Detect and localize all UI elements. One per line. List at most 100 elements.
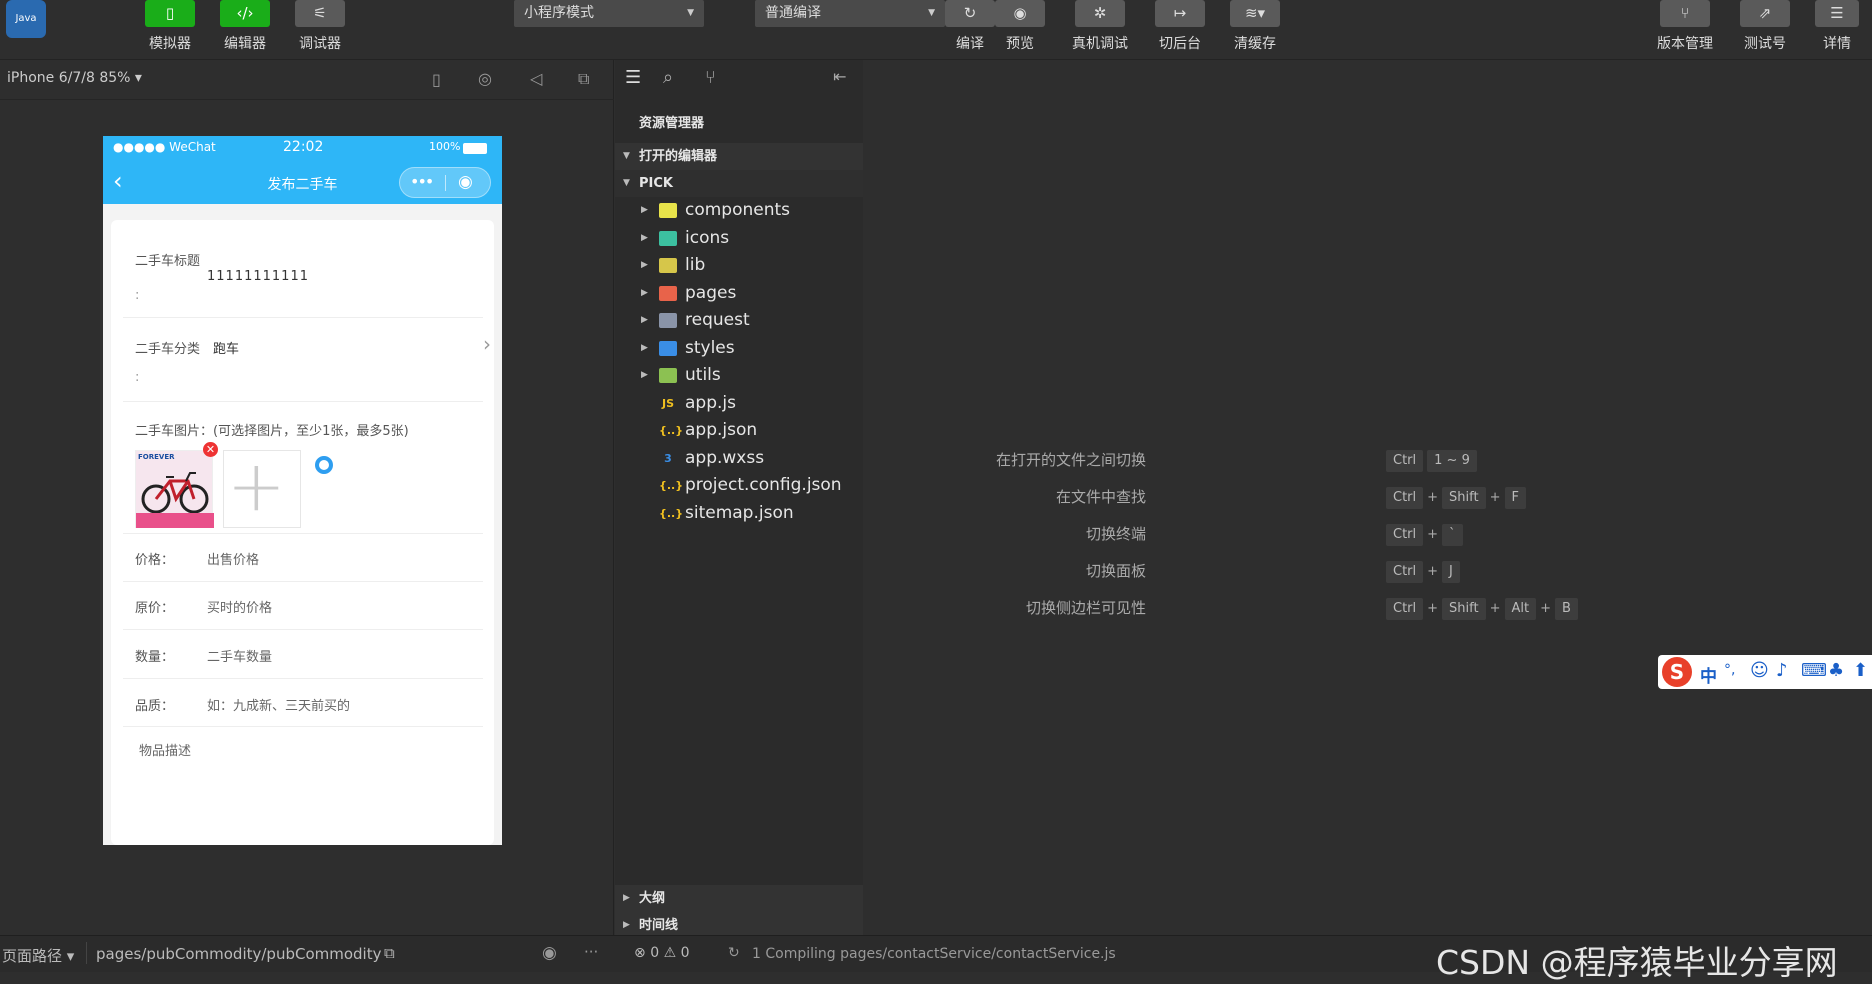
mode-select[interactable]: 小程序模式 ▼ bbox=[514, 0, 704, 27]
page-path-value: pages/pubCommodity/pubCommodity bbox=[96, 945, 382, 963]
keycap: Alt bbox=[1504, 598, 1537, 620]
upload-icon[interactable]: ⬆ bbox=[1853, 660, 1868, 681]
title-colon: : bbox=[135, 288, 140, 303]
shortcut-label: 切换侧边栏可见性 bbox=[1025, 599, 1146, 617]
eye-icon[interactable]: ◉ bbox=[542, 943, 557, 963]
remove-image-icon[interactable]: ✕ bbox=[203, 442, 218, 457]
original-price-field[interactable]: 原价： 买时的价格 bbox=[123, 582, 483, 630]
problems-indicator[interactable]: ⊗ 0 ⚠ 0 bbox=[634, 945, 690, 961]
emoji-icon[interactable]: ☺ bbox=[1750, 660, 1769, 681]
more-icon[interactable]: ··· bbox=[584, 943, 598, 961]
title-label: 二手车标题 bbox=[135, 254, 201, 269]
ime-language[interactable]: 中 bbox=[1700, 662, 1717, 687]
tree-folder[interactable]: ▶ styles bbox=[615, 335, 863, 362]
search-icon[interactable]: ⌕ bbox=[663, 67, 673, 88]
debug-icon: ⚟ bbox=[295, 0, 345, 27]
description-label[interactable]: 物品描述 bbox=[139, 740, 191, 759]
page-path-select[interactable]: 页面路径 ▾ bbox=[2, 945, 74, 966]
external-icon: ⇗ bbox=[1740, 0, 1790, 27]
shortcut-keys: Ctrl + Shift + Alt + B bbox=[1386, 597, 1582, 620]
record-icon[interactable]: ◎ bbox=[478, 69, 492, 88]
shortcut-keys: Ctrl + J bbox=[1386, 560, 1464, 583]
tree-folder[interactable]: ▶ lib bbox=[615, 252, 863, 279]
category-field[interactable]: 二手车分类 跑车 › : bbox=[123, 318, 491, 402]
outline-section[interactable]: ▶ 大纲 bbox=[615, 885, 863, 912]
shortcut-label: 切换终端 bbox=[1085, 525, 1146, 543]
more-icon[interactable]: ••• bbox=[410, 172, 434, 191]
title-field[interactable]: 二手车标题 11111111111 : bbox=[123, 232, 483, 318]
project-section[interactable]: ▼ PICK bbox=[615, 170, 863, 197]
tree-item-label: styles bbox=[685, 337, 735, 358]
tree-folder[interactable]: ▶ icons bbox=[615, 225, 863, 252]
keyboard-icon[interactable]: ⌨ bbox=[1801, 660, 1827, 681]
rotate-icon[interactable]: ▯ bbox=[432, 70, 441, 89]
battery-icon bbox=[463, 143, 487, 154]
editor-toggle-button[interactable]: ‹/› 编辑器 bbox=[220, 0, 270, 60]
footer-divider bbox=[86, 942, 87, 964]
caret-right-icon: ▶ bbox=[641, 315, 648, 325]
ime-punctuation[interactable]: °, bbox=[1724, 662, 1735, 678]
device-select[interactable]: iPhone 6/7/8 85% ▾ bbox=[7, 70, 142, 86]
tree-file[interactable]: {..} sitemap.json bbox=[615, 500, 863, 527]
git-icon[interactable]: ⑂ bbox=[705, 67, 716, 88]
add-image-button[interactable]: + bbox=[223, 445, 301, 528]
skin-icon[interactable]: ♣ bbox=[1828, 660, 1844, 681]
original-price-input[interactable]: 买时的价格 bbox=[207, 597, 272, 616]
quantity-input[interactable]: 二手车数量 bbox=[207, 646, 272, 665]
keycap: B bbox=[1555, 598, 1578, 620]
tree-item-label: app.wxss bbox=[685, 447, 765, 468]
background-button[interactable]: ↦ 切后台 bbox=[1155, 0, 1205, 60]
tree-file[interactable]: 3 app.wxss bbox=[615, 445, 863, 472]
list-icon[interactable]: ☰ bbox=[625, 67, 641, 88]
sogou-logo-icon: S bbox=[1662, 657, 1692, 687]
volume-icon[interactable]: ◁ bbox=[530, 69, 542, 88]
price-field[interactable]: 价格： 出售价格 bbox=[123, 534, 483, 582]
open-editors-section[interactable]: ▼ 打开的编辑器 bbox=[615, 143, 863, 170]
phone-nav-bar: ‹ 发布二手车 ••• ◉ bbox=[103, 162, 502, 204]
compile-select[interactable]: 普通编译 ▼ bbox=[755, 0, 945, 27]
microphone-icon[interactable]: ♪ bbox=[1776, 660, 1788, 681]
quality-input[interactable]: 如：九成新、三天前买的 bbox=[207, 695, 350, 714]
explorer-title: 资源管理器 bbox=[639, 116, 705, 131]
close-miniapp-icon[interactable]: ◉ bbox=[458, 172, 473, 192]
tree-folder[interactable]: ▶ components bbox=[615, 197, 863, 224]
collapse-panel-icon[interactable]: ⇤ bbox=[833, 67, 846, 86]
tree-folder[interactable]: ▶ utils bbox=[615, 362, 863, 389]
copy-icon[interactable]: ⧉ bbox=[384, 944, 395, 962]
csdn-watermark: CSDN @程序猿毕业分享网 bbox=[1436, 943, 1838, 982]
tree-file[interactable]: JS app.js bbox=[615, 390, 863, 417]
ime-toolbar[interactable]: S 中 °, ☺ ♪ ⌨ ♣ ⬆ bbox=[1658, 655, 1872, 689]
title-input[interactable]: 11111111111 bbox=[207, 269, 309, 284]
open-editors-label: 打开的编辑器 bbox=[639, 149, 718, 164]
tree-file[interactable]: {..} project.config.json bbox=[615, 472, 863, 499]
file-icon: {..} bbox=[659, 506, 684, 520]
quantity-field[interactable]: 数量： 二手车数量 bbox=[123, 630, 483, 679]
debugger-toggle-button[interactable]: ⚟ 调试器 bbox=[295, 0, 345, 60]
warning-icon: ⚠ bbox=[663, 945, 677, 961]
tree-folder[interactable]: ▶ pages bbox=[615, 280, 863, 307]
preview-button[interactable]: ◉ 预览 bbox=[995, 0, 1045, 60]
bug-icon: ✲ bbox=[1075, 0, 1125, 27]
quality-field[interactable]: 品质： 如：九成新、三天前买的 bbox=[123, 679, 483, 727]
file-icon: 3 bbox=[664, 451, 672, 465]
image-brand: FOREVER bbox=[138, 453, 175, 461]
publish-form: 二手车标题 11111111111 : 二手车分类 跑车 › : 二手车图片：(… bbox=[111, 220, 494, 845]
remote-debug-button[interactable]: ✲ 真机调试 bbox=[1072, 0, 1128, 60]
caret-right-icon: ▶ bbox=[641, 232, 648, 243]
folder-icon bbox=[659, 313, 677, 328]
test-account-button[interactable]: ⇗ 测试号 bbox=[1740, 0, 1790, 60]
caret-down-icon: ▼ bbox=[623, 151, 630, 161]
details-button[interactable]: ☰ 详情 bbox=[1815, 0, 1859, 60]
outline-label: 大纲 bbox=[639, 891, 666, 906]
tree-file[interactable]: {..} app.json bbox=[615, 417, 863, 444]
tree-item-label: project.config.json bbox=[685, 475, 842, 495]
clear-cache-button[interactable]: ≋▾ 清缓存 bbox=[1230, 0, 1280, 60]
popout-icon[interactable]: ⧉ bbox=[578, 69, 589, 89]
simulator-toggle-button[interactable]: ▯ 模拟器 bbox=[145, 0, 195, 60]
tree-folder[interactable]: ▶ request bbox=[615, 307, 863, 334]
shortcut-label: 切换面板 bbox=[1085, 562, 1146, 580]
price-input[interactable]: 出售价格 bbox=[207, 549, 259, 568]
version-control-button[interactable]: ⑂ 版本管理 bbox=[1657, 0, 1713, 60]
uploaded-image[interactable]: FOREVER bbox=[135, 450, 214, 528]
clear-cache-label: 清缓存 bbox=[1234, 36, 1276, 52]
